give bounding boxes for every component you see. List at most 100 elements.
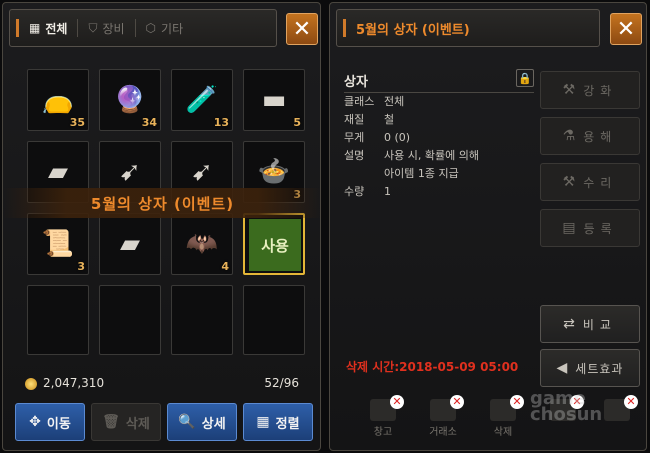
compare-button[interactable]: ⇄ 비교 [540,305,640,343]
leather-hide-icon: 🦇 [185,229,219,259]
info-value: 전체 [384,95,405,108]
empty-slot [182,296,222,336]
register-button-label: 등록 [583,221,618,236]
event-box-icon: 사용 [249,219,301,271]
set-effect-button-label: 세트효과 [575,361,624,376]
compare-button-label: 비교 [582,317,617,332]
flask-icon: ⚗ [562,128,576,144]
trade-icon: ✕ [430,395,464,421]
detail-button[interactable]: 🔍 상세 [167,403,237,441]
empty-slot [38,296,78,336]
forbidden-icon: ✕ [390,395,404,409]
dismantle-button[interactable]: ⚗ 용해 [540,117,640,155]
forbidden-icon: ✕ [510,395,524,409]
tools-icon: ⚒ [562,174,576,190]
info-row-description: 설명 사용 시, 확률에 의해 [344,147,534,165]
dismantle-button-label: 용해 [583,129,618,144]
inventory-slot[interactable] [243,285,305,355]
inventory-slot[interactable]: ▰ [99,213,161,275]
info-value: 0 (0) [384,131,411,144]
item-detail-panel: 5월의 상자 (이벤트) ✕ 상자 🔒 클래스 전체 재질 철 무게 0 (0) 설명… [329,2,647,451]
close-icon: ✕ [292,16,312,42]
item-quantity: 4 [221,260,229,273]
tab-equipment[interactable]: ⛉ 장비 [78,10,134,46]
info-row-class: 클래스 전체 [344,93,534,111]
item-info: 상자 🔒 클래스 전체 재질 철 무게 0 (0) 설명 사용 시, 확률에 의해 아이… [344,69,534,201]
storage-icon: ✕ [370,395,404,421]
tab-all[interactable]: ▦ 전체 [19,10,77,46]
register-button[interactable]: ▤ 등록 [540,209,640,247]
trash-icon: ✕ [490,395,524,421]
sort-button-label: 정렬 [275,416,300,432]
move-icon: ✥ [29,414,41,430]
forbidden-icon: ✕ [450,395,464,409]
info-key: 재질 [344,113,365,126]
delete-restricted: ✕ 삭제 [480,395,526,438]
repair-button[interactable]: ⚒ 수리 [540,163,640,201]
parchment-icon: 📜 [41,229,75,259]
storage-restricted: ✕ 창고 [360,395,406,438]
set-effect-button[interactable]: ◀ 세트효과 [540,349,640,387]
info-key: 무게 [344,131,365,144]
tab-etc-label: 기타 [161,21,184,36]
trash-icon: 🗑 [102,414,120,430]
inventory-slot[interactable] [171,285,233,355]
inventory-slot[interactable] [27,285,89,355]
trade-label: 거래소 [429,427,457,438]
item-quantity: 13 [213,116,229,129]
orb-icon: 🔮 [113,85,147,115]
anvil-icon: ⚒ [562,82,576,98]
tab-etc[interactable]: ⬡ 기타 [136,10,194,46]
inventory-slot[interactable]: 📜 3 [27,213,89,275]
inventory-capacity: 52/96 [264,376,299,390]
potion-bag-icon: 👝 [41,85,75,115]
watermark-logo: game chosun [530,388,603,425]
lock-icon[interactable]: 🔒 [516,69,534,87]
delete-button[interactable]: 🗑 삭제 [91,403,161,441]
detail-button-label: 상세 [201,416,226,432]
shield-icon: ⛉ [88,20,98,35]
delete-label: 삭제 [493,427,513,438]
inventory-slot[interactable]: 👝 35 [27,69,89,131]
repair-button-label: 수리 [583,175,618,190]
triangle-left-icon: ◀ [556,360,568,376]
delete-button-label: 삭제 [125,416,150,432]
title-accent-bar [343,19,346,37]
info-value: 아이템 1종 지급 [384,167,459,180]
coin-icon [25,377,37,390]
inventory-close-button[interactable]: ✕ [286,13,318,45]
info-row-description-cont: 아이템 1종 지급 [344,165,534,183]
iron-bars-icon: ▰ [120,229,140,259]
inventory-slot[interactable] [99,285,161,355]
detail-close-button[interactable]: ✕ [610,13,642,45]
item-quantity: 5 [293,116,301,129]
sort-button[interactable]: ▦ 정렬 [243,403,313,441]
inventory-slot[interactable]: ▬ 5 [243,69,305,131]
gold-row: 2,047,310 52/96 [25,373,299,393]
detail-title-bar: 5월의 상자 (이벤트) [336,9,600,47]
empty-slot [254,296,294,336]
item-quantity: 3 [77,260,85,273]
expire-time: 삭제 시간:2018-05-09 05:00 [346,360,519,374]
green-potion-icon: 🧪 [185,85,219,115]
trade-restricted: ✕ 거래소 [420,395,466,438]
inventory-slot[interactable]: 🔮 34 [99,69,161,131]
item-type-heading: 상자 🔒 [344,69,534,93]
inventory-slot[interactable]: 🧪 13 [171,69,233,131]
item-quantity: 34 [141,116,157,129]
blue-scroll-1-icon: ➹ [119,157,141,187]
item-type: 상자 [344,75,368,90]
inventory-slot[interactable]: 🦇 4 [171,213,233,275]
item-hover-banner-text: 5월의 상자 (이벤트) [90,194,235,213]
move-button[interactable]: ✥ 이동 [15,403,85,441]
enhance-button[interactable]: ⚒ 강화 [540,71,640,109]
close-icon: ✕ [616,16,636,42]
info-value: 사용 시, 확률에 의해 [384,149,479,162]
gold-amount: 2,047,310 [25,376,104,390]
info-key [344,165,384,183]
inventory-panel: ▦ 전체 ⛉ 장비 ⬡ 기타 ✕ 👝35🔮34🧪13▬5▰➹➹🍲3📜3▰🦇4사용… [2,2,322,451]
empty-slot [110,296,150,336]
storage-label: 창고 [373,427,393,438]
inventory-slot[interactable]: 사용 [243,213,305,275]
swap-icon: ⇄ [563,316,575,332]
